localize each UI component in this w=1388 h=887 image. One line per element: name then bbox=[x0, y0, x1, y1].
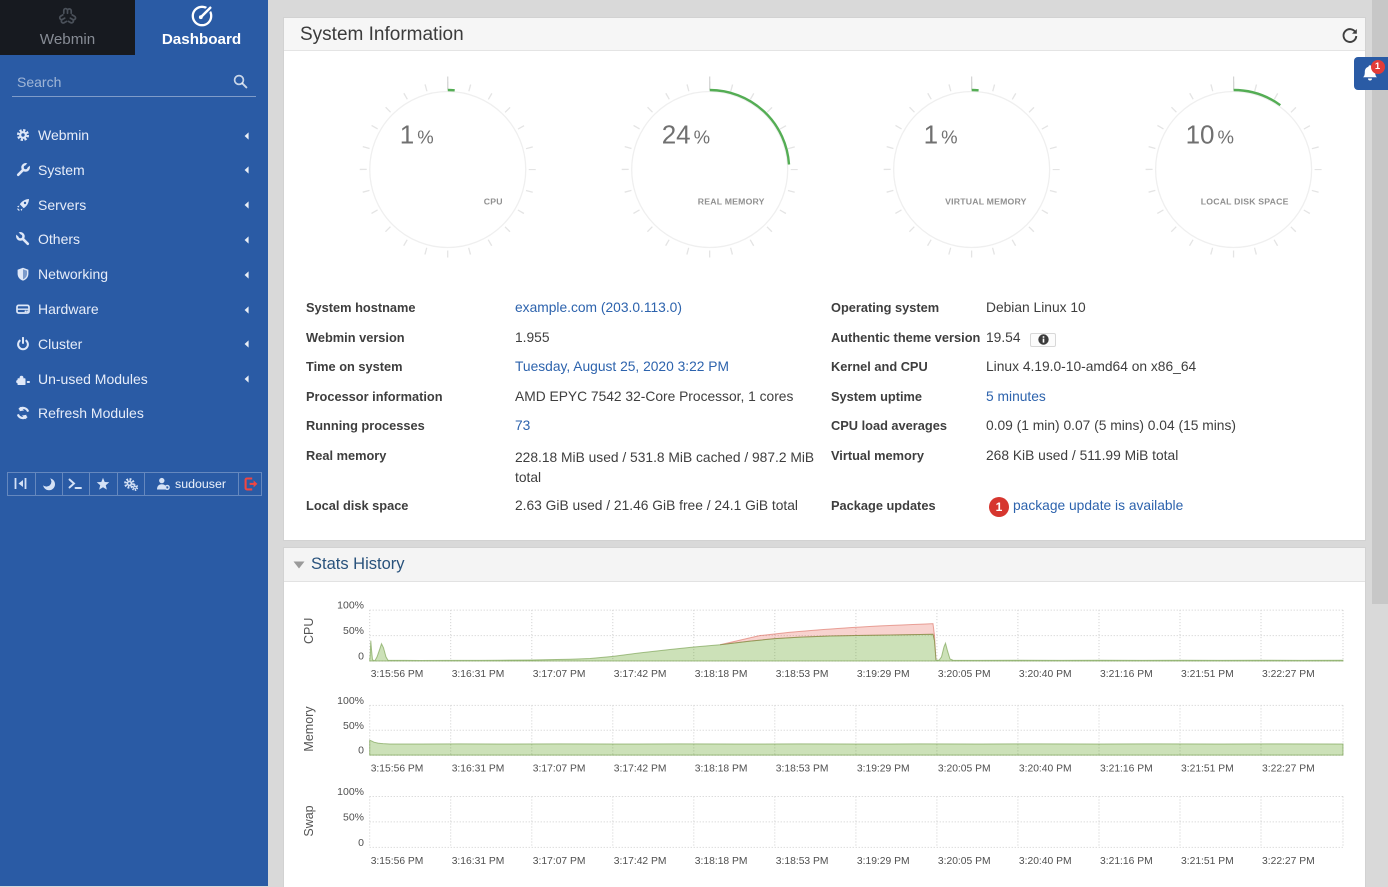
svg-text:100%: 100% bbox=[337, 694, 364, 706]
svg-text:3:20:40 PM: 3:20:40 PM bbox=[1019, 669, 1072, 680]
svg-text:3:17:42 PM: 3:17:42 PM bbox=[614, 856, 667, 867]
svg-text:3:18:53 PM: 3:18:53 PM bbox=[776, 856, 829, 867]
svg-text:3:18:18 PM: 3:18:18 PM bbox=[695, 763, 748, 774]
svg-text:3:22:27 PM: 3:22:27 PM bbox=[1262, 669, 1315, 680]
svg-text:3:21:16 PM: 3:21:16 PM bbox=[1100, 763, 1153, 774]
svg-text:3:15:56 PM: 3:15:56 PM bbox=[371, 856, 424, 867]
svg-text:50%: 50% bbox=[343, 719, 364, 731]
svg-text:3:20:05 PM: 3:20:05 PM bbox=[938, 856, 991, 867]
svg-text:3:21:51 PM: 3:21:51 PM bbox=[1181, 763, 1234, 774]
svg-text:3:21:51 PM: 3:21:51 PM bbox=[1181, 669, 1234, 680]
svg-text:3:17:07 PM: 3:17:07 PM bbox=[533, 856, 586, 867]
svg-text:0: 0 bbox=[358, 836, 364, 848]
svg-text:100%: 100% bbox=[337, 786, 364, 798]
svg-text:3:22:27 PM: 3:22:27 PM bbox=[1262, 763, 1315, 774]
svg-text:0: 0 bbox=[358, 744, 364, 756]
svg-text:CPU: CPU bbox=[484, 197, 503, 207]
svg-text:3:17:07 PM: 3:17:07 PM bbox=[533, 763, 586, 774]
svg-text:3:19:29 PM: 3:19:29 PM bbox=[857, 856, 910, 867]
svg-text:3:22:27 PM: 3:22:27 PM bbox=[1262, 856, 1315, 867]
svg-text:3:16:31 PM: 3:16:31 PM bbox=[452, 856, 505, 867]
svg-text:3:21:16 PM: 3:21:16 PM bbox=[1100, 669, 1153, 680]
svg-text:3:15:56 PM: 3:15:56 PM bbox=[371, 669, 424, 680]
svg-text:LOCAL DISK SPACE: LOCAL DISK SPACE bbox=[1201, 197, 1289, 207]
svg-text:3:19:29 PM: 3:19:29 PM bbox=[857, 763, 910, 774]
svg-text:VIRTUAL MEMORY: VIRTUAL MEMORY bbox=[945, 197, 1026, 207]
svg-text:3:18:18 PM: 3:18:18 PM bbox=[695, 669, 748, 680]
svg-text:REAL MEMORY: REAL MEMORY bbox=[698, 197, 765, 207]
svg-text:3:17:42 PM: 3:17:42 PM bbox=[614, 763, 667, 774]
svg-text:0: 0 bbox=[358, 650, 364, 662]
svg-text:3:17:42 PM: 3:17:42 PM bbox=[614, 669, 667, 680]
svg-text:3:16:31 PM: 3:16:31 PM bbox=[452, 763, 505, 774]
svg-text:50%: 50% bbox=[343, 625, 364, 637]
svg-text:3:20:05 PM: 3:20:05 PM bbox=[938, 669, 991, 680]
svg-text:3:18:53 PM: 3:18:53 PM bbox=[776, 669, 829, 680]
svg-text:3:16:31 PM: 3:16:31 PM bbox=[452, 669, 505, 680]
svg-text:3:18:53 PM: 3:18:53 PM bbox=[776, 763, 829, 774]
svg-text:3:15:56 PM: 3:15:56 PM bbox=[371, 763, 424, 774]
svg-text:3:20:40 PM: 3:20:40 PM bbox=[1019, 856, 1072, 867]
svg-text:3:21:51 PM: 3:21:51 PM bbox=[1181, 856, 1234, 867]
svg-text:3:20:05 PM: 3:20:05 PM bbox=[938, 763, 991, 774]
svg-text:3:17:07 PM: 3:17:07 PM bbox=[533, 669, 586, 680]
svg-text:3:20:40 PM: 3:20:40 PM bbox=[1019, 763, 1072, 774]
svg-text:3:21:16 PM: 3:21:16 PM bbox=[1100, 856, 1153, 867]
svg-text:100%: 100% bbox=[337, 599, 364, 611]
svg-text:3:18:18 PM: 3:18:18 PM bbox=[695, 856, 748, 867]
svg-text:3:19:29 PM: 3:19:29 PM bbox=[857, 669, 910, 680]
svg-text:50%: 50% bbox=[343, 811, 364, 823]
